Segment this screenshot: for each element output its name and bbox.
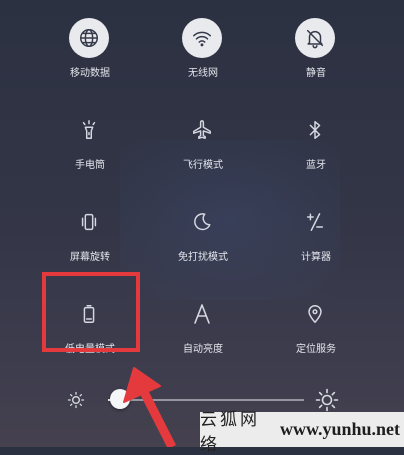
tile-screen-rotation[interactable]: 屏幕旋转 [35,188,145,273]
screen-rotate-icon [81,213,97,231]
flashlight-icon [82,120,96,139]
brightness-track[interactable] [108,399,304,401]
tile-do-not-disturb[interactable]: 免打扰模式 [148,188,258,273]
tile-mobile-data-button[interactable] [69,18,109,58]
bluetooth-icon [309,121,321,139]
tile-label: 蓝牙 [306,160,326,171]
tile-label: 静音 [306,68,326,79]
brightness-slider-knob[interactable] [109,389,130,409]
location-pin-icon [308,305,322,323]
globe-icon [80,29,98,47]
tile-silent[interactable]: 静音 [261,4,371,89]
tile-do-not-disturb-button[interactable] [182,202,222,242]
highlight-box [42,272,140,352]
bell-mute-icon [306,29,324,49]
tile-calculator[interactable]: 计算器 [261,188,371,273]
tile-wifi[interactable]: 无线网 [148,4,258,89]
tile-auto-brightness-button[interactable] [182,294,222,334]
airplane-icon [193,120,211,139]
tile-label: 屏幕旋转 [70,252,110,263]
tile-label: 计算器 [301,252,331,263]
moon-icon [194,213,211,231]
tile-screen-rotation-button[interactable] [69,202,109,242]
watermark: 云狐网络 www.yunhu.net [200,410,404,455]
tile-bluetooth[interactable]: 蓝牙 [261,96,371,181]
tile-wifi-button[interactable] [182,18,222,58]
tile-location-services[interactable]: 定位服务 [261,280,371,365]
tile-label: 移动数据 [70,68,110,79]
tile-label: 无线网 [188,68,218,79]
tile-label: 飞行模式 [183,160,223,171]
tile-mobile-data[interactable]: 移动数据 [35,4,145,89]
calculator-icon [306,213,324,231]
wifi-icon [193,31,211,47]
tile-label: 自动亮度 [183,344,223,355]
sun-small-icon [67,391,85,409]
tile-label: 定位服务 [296,344,336,355]
tile-auto-brightness[interactable]: 自动亮度 [148,280,258,365]
tile-airplane-mode[interactable]: 飞行模式 [148,96,258,181]
watermark-cn: 云狐网络 [200,409,260,455]
tile-bluetooth-button[interactable] [295,110,335,150]
tile-silent-button[interactable] [295,18,335,58]
auto-brightness-icon [194,304,210,324]
tile-flashlight-button[interactable] [69,110,109,150]
tile-label: 手电筒 [75,160,105,171]
sun-large-icon [315,388,339,412]
tile-calculator-button[interactable] [295,202,335,242]
tile-flashlight[interactable]: 手电筒 [35,96,145,181]
watermark-url: www.yunhu.net [279,419,400,439]
tile-location-services-button[interactable] [295,294,335,334]
tile-label: 免打扰模式 [178,252,228,263]
tile-airplane-mode-button[interactable] [182,110,222,150]
